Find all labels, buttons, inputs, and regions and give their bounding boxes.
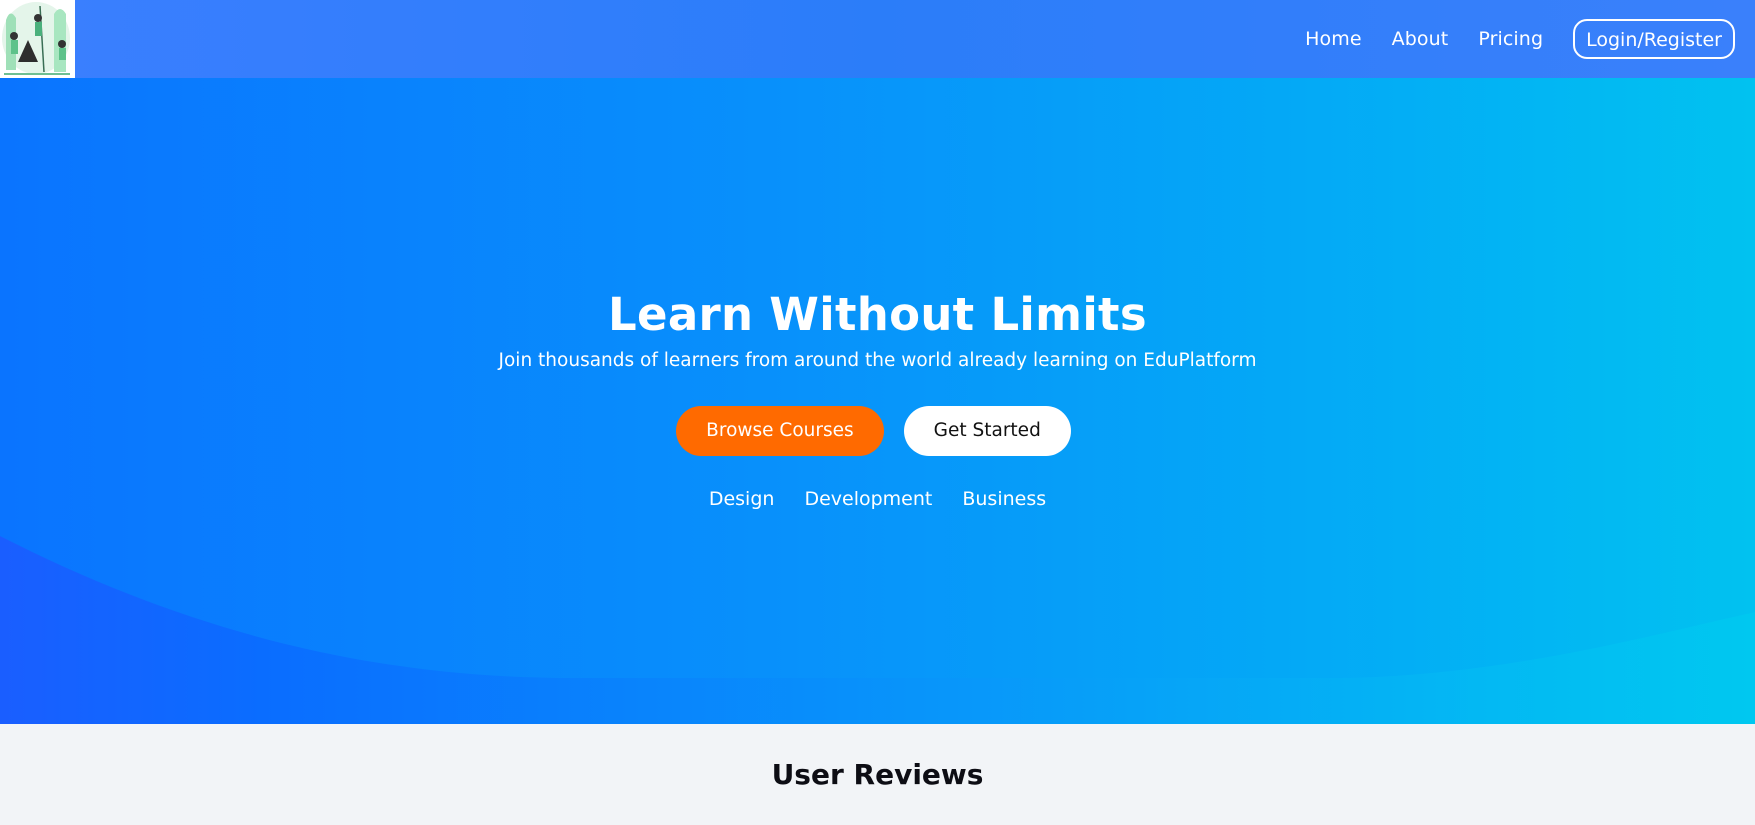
hero-actions: Browse Courses Get Started (0, 406, 1755, 456)
hero-subtitle: Join thousands of learners from around t… (498, 350, 1257, 371)
site-logo[interactable] (0, 0, 75, 78)
login-register-button[interactable]: Login/Register (1573, 19, 1735, 59)
category-design-link[interactable]: Design (709, 488, 775, 510)
browse-courses-button[interactable]: Browse Courses (676, 406, 884, 456)
top-navbar: Home About Pricing Login/Register (0, 0, 1755, 78)
nav-pricing-link[interactable]: Pricing (1478, 28, 1543, 50)
main-nav: Home About Pricing Login/Register (1275, 19, 1735, 59)
hero-title: Learn Without Limits (608, 288, 1147, 341)
category-business-link[interactable]: Business (962, 488, 1046, 510)
campfire-illustration-icon (0, 0, 75, 78)
category-development-link[interactable]: Development (804, 488, 932, 510)
get-started-button[interactable]: Get Started (903, 406, 1071, 456)
category-links: Design Development Business (0, 488, 1755, 510)
reviews-section: User Reviews (0, 724, 1755, 825)
nav-about-link[interactable]: About (1392, 28, 1449, 50)
hero-section: Learn Without Limits Join thousands of l… (0, 78, 1755, 724)
hero-wave-decoration (0, 536, 1755, 724)
reviews-heading: User Reviews (771, 758, 984, 791)
nav-home-link[interactable]: Home (1305, 28, 1362, 50)
